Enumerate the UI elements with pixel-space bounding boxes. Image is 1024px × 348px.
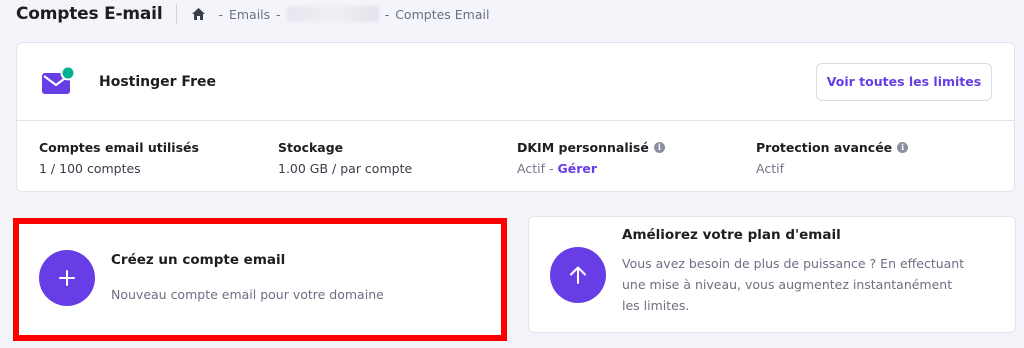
page-title: Comptes E-mail [16,4,163,24]
plan-name: Hostinger Free [99,73,216,90]
breadcrumb-separator: - [384,6,390,22]
plus-icon[interactable] [39,250,95,306]
stat-label-wrap: Protection avancée i [756,139,995,155]
stat-value: Actif [517,161,545,176]
plan-card: Hostinger Free Voir toutes les limites C… [16,42,1015,192]
breadcrumb-separator: - [276,6,281,22]
create-card-text: Créez un compte email Nouveau compte ema… [111,252,384,305]
view-all-limits-button[interactable]: Voir toutes les limites [816,62,992,101]
manage-dkim-link[interactable]: Gérer [557,161,597,176]
create-email-account-card[interactable]: Créez un compte email Nouveau compte ema… [16,218,505,338]
stat-label: DKIM personnalisé [517,139,649,155]
breadcrumb-current: Comptes Email [395,6,490,22]
create-card-title: Créez un compte email [111,251,286,268]
arrow-up-icon[interactable] [550,246,606,303]
stat-value: 1.00 GB / par compte [278,161,413,176]
stat-value-wrap: Actif - Gérer [517,161,597,176]
breadcrumb: - Emails - - Comptes Email [176,4,489,24]
home-icon[interactable] [191,7,206,21]
stat-value: Actif [756,161,784,176]
info-icon[interactable]: i [897,141,909,153]
upgrade-card-text: Améliorez votre plan d'email Vous avez b… [622,227,972,316]
breadcrumb-domain-redacted[interactable] [286,6,379,22]
stat-label: Protection avancée [756,139,893,155]
page-header: Comptes E-mail - Emails - - Comptes Emai… [16,0,489,28]
breadcrumb-separator: - [218,6,223,22]
stat-email-accounts: Comptes email utilisés 1 / 100 comptes [39,139,278,177]
create-card-description: Nouveau compte email pour votre domaine [111,286,384,302]
upgrade-card-title: Améliorez votre plan d'email [622,227,841,243]
stat-label-wrap: DKIM personnalisé i [517,139,756,155]
plan-card-header: Hostinger Free Voir toutes les limites [17,43,1014,121]
stat-dkim: DKIM personnalisé i Actif - Gérer [517,139,756,177]
plan-stats: Comptes email utilisés 1 / 100 comptes S… [17,121,1014,177]
info-icon[interactable]: i [653,141,665,153]
stat-value: 1 / 100 comptes [39,161,141,176]
breadcrumb-emails[interactable]: Emails [229,7,270,22]
stat-label: Comptes email utilisés [39,139,199,155]
stat-storage: Stockage 1.00 GB / par compte [278,139,517,177]
upgrade-plan-card[interactable]: Améliorez votre plan d'email Vous avez b… [528,216,1016,333]
mail-icon [41,65,76,99]
upgrade-card-description: Vous avez besoin de plus de puissance ? … [622,256,965,313]
stat-label: Stockage [278,139,344,155]
stat-advanced-protection: Protection avancée i Actif [756,139,995,177]
